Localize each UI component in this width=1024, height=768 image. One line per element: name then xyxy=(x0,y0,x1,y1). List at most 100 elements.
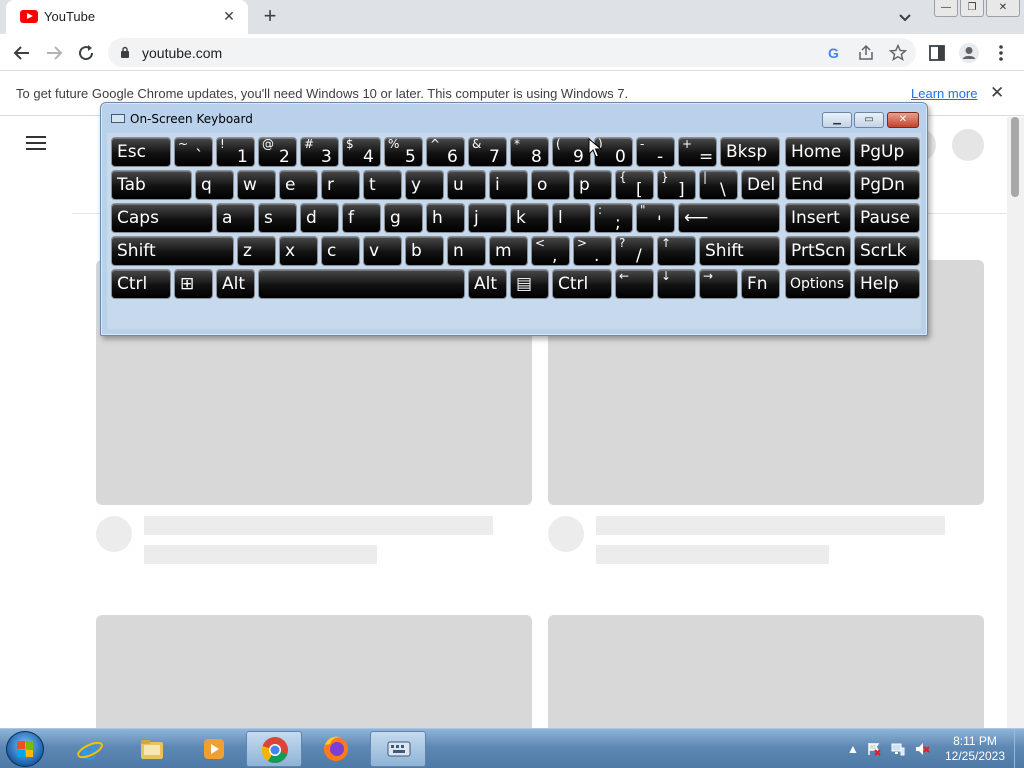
lock-icon[interactable] xyxy=(120,46,130,58)
key--[interactable]: >. xyxy=(573,236,612,266)
key--[interactable]: <, xyxy=(531,236,570,266)
key-k[interactable]: k xyxy=(510,203,549,233)
key-e[interactable]: e xyxy=(279,170,318,200)
key--[interactable]: ? / xyxy=(615,236,654,266)
key-del[interactable]: Del xyxy=(741,170,780,200)
key-alt[interactable]: Alt xyxy=(216,269,255,299)
key--8[interactable]: * 8 xyxy=(510,137,549,167)
key-v[interactable]: v xyxy=(363,236,402,266)
key--[interactable]: + = xyxy=(678,137,717,167)
page-scrollbar[interactable] xyxy=(1007,117,1024,728)
video-thumbnail-placeholder[interactable] xyxy=(548,615,984,728)
back-arrow-icon[interactable] xyxy=(10,41,34,65)
key-a[interactable]: a xyxy=(216,203,255,233)
taskbar-chrome[interactable] xyxy=(246,731,302,767)
key-bksp[interactable]: Bksp xyxy=(720,137,780,167)
show-desktop-button[interactable] xyxy=(1014,729,1024,768)
start-button[interactable] xyxy=(6,731,44,767)
key-c[interactable]: c xyxy=(321,236,360,266)
key-s[interactable]: s xyxy=(258,203,297,233)
key-w[interactable]: w xyxy=(237,170,276,200)
key--7[interactable]: & 7 xyxy=(468,137,507,167)
kebab-menu-icon[interactable] xyxy=(990,42,1012,64)
infobar-close-icon[interactable]: ✕ xyxy=(990,83,1004,103)
share-icon[interactable] xyxy=(856,43,876,63)
key-help[interactable]: Help xyxy=(854,269,920,299)
tray-overflow-arrow-icon[interactable]: ▲ xyxy=(845,741,861,757)
key-b[interactable]: b xyxy=(405,236,444,266)
key-fn[interactable]: Fn xyxy=(741,269,780,299)
key-i[interactable]: i xyxy=(489,170,528,200)
scrollbar-thumb[interactable] xyxy=(1011,117,1019,197)
key-n[interactable]: n xyxy=(447,236,486,266)
tab-close-icon[interactable]: ✕ xyxy=(220,7,238,25)
address-bar[interactable]: youtube.com G xyxy=(108,38,916,67)
key--6[interactable]: ^ 6 xyxy=(426,137,465,167)
key-caps[interactable]: Caps xyxy=(111,203,213,233)
key--2[interactable]: @2 xyxy=(258,137,297,167)
system-clock[interactable]: 8:11 PM 12/25/2023 xyxy=(940,734,1010,764)
osk-titlebar[interactable]: On-Screen Keyboard ▁ ▭ ✕ xyxy=(101,103,927,133)
key-pgdn[interactable]: PgDn xyxy=(854,170,920,200)
key-o[interactable]: o xyxy=(531,170,570,200)
side-panel-icon[interactable] xyxy=(926,42,948,64)
key--[interactable]: }] xyxy=(657,170,696,200)
taskbar-on-screen-keyboard[interactable] xyxy=(370,731,426,767)
key--[interactable]: {[ xyxy=(615,170,654,200)
restore-button[interactable]: ❐ xyxy=(960,0,984,17)
taskbar-windows-explorer[interactable] xyxy=(124,731,180,767)
bookmark-star-icon[interactable] xyxy=(888,43,908,63)
key--[interactable]: ↓ xyxy=(657,269,696,299)
key--[interactable]: :; xyxy=(594,203,633,233)
key-y[interactable]: y xyxy=(405,170,444,200)
enter-key[interactable]: ⟵ xyxy=(678,203,780,233)
action-center-flag-icon[interactable] xyxy=(866,741,882,757)
key--3[interactable]: #3 xyxy=(300,137,339,167)
key--[interactable]: ~ ` xyxy=(174,137,213,167)
tab-youtube[interactable]: YouTube ✕ xyxy=(6,0,248,34)
profile-avatar-icon[interactable] xyxy=(958,42,980,64)
key-tab[interactable]: Tab xyxy=(111,170,192,200)
windows-key[interactable]: ⊞ xyxy=(174,269,213,299)
key-alt[interactable]: Alt xyxy=(468,269,507,299)
key-m[interactable]: m xyxy=(489,236,528,266)
key-q[interactable]: q xyxy=(195,170,234,200)
key--[interactable]: " ' xyxy=(636,203,675,233)
key--5[interactable]: % 5 xyxy=(384,137,423,167)
google-lens-icon[interactable]: G xyxy=(824,43,844,63)
key-z[interactable]: z xyxy=(237,236,276,266)
key-h[interactable]: h xyxy=(426,203,465,233)
key--[interactable]: | \ xyxy=(699,170,738,200)
key-f[interactable]: f xyxy=(342,203,381,233)
key-pause[interactable]: Pause xyxy=(854,203,920,233)
key-prtscn[interactable]: PrtScn xyxy=(785,236,851,266)
volume-muted-icon[interactable] xyxy=(914,741,930,757)
key-shift[interactable]: Shift xyxy=(699,236,780,266)
spacebar-key[interactable] xyxy=(258,269,465,299)
reload-icon[interactable] xyxy=(74,41,98,65)
key-g[interactable]: g xyxy=(384,203,423,233)
key--[interactable]: ← xyxy=(615,269,654,299)
key-pgup[interactable]: PgUp xyxy=(854,137,920,167)
url-text[interactable]: youtube.com xyxy=(142,45,222,61)
forward-arrow-icon[interactable] xyxy=(42,41,66,65)
key--[interactable]: -- xyxy=(636,137,675,167)
key--[interactable]: → xyxy=(699,269,738,299)
key-esc[interactable]: Esc xyxy=(111,137,171,167)
key--9[interactable]: (9 xyxy=(552,137,591,167)
key-end[interactable]: End xyxy=(785,170,851,200)
key-x[interactable]: x xyxy=(279,236,318,266)
key-shift[interactable]: Shift xyxy=(111,236,234,266)
key--1[interactable]: ! 1 xyxy=(216,137,255,167)
key-t[interactable]: t xyxy=(363,170,402,200)
key-ctrl[interactable]: Ctrl xyxy=(552,269,612,299)
new-tab-button[interactable]: + xyxy=(258,5,282,29)
network-icon[interactable] xyxy=(890,741,906,757)
osk-maximize-button[interactable]: ▭ xyxy=(854,112,884,128)
key--4[interactable]: $4 xyxy=(342,137,381,167)
taskbar-internet-explorer[interactable]: e xyxy=(62,731,118,767)
close-window-button[interactable]: ✕ xyxy=(986,0,1020,17)
key-home[interactable]: Home xyxy=(785,137,851,167)
key-r[interactable]: r xyxy=(321,170,360,200)
key--[interactable]: ↑ xyxy=(657,236,696,266)
